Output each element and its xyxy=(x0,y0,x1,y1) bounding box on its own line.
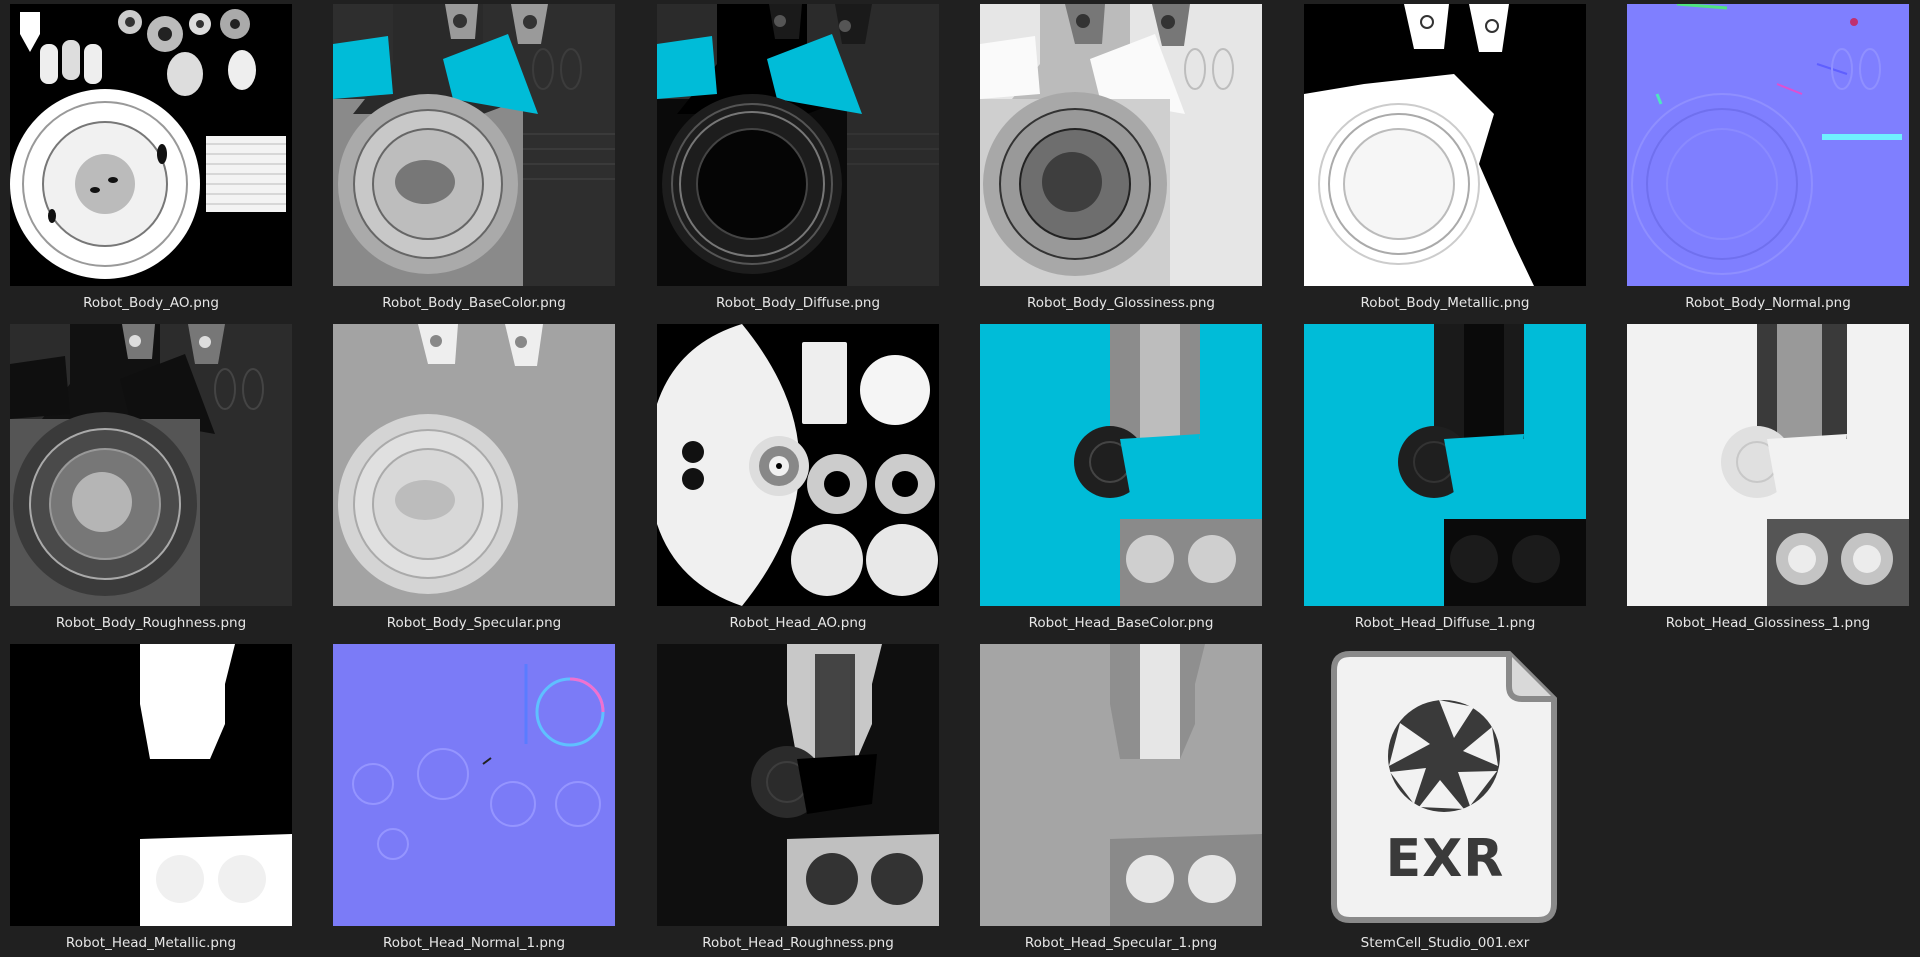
file-tile[interactable]: Robot_Head_Diffuse_1.png xyxy=(1304,324,1586,631)
exr-file-thumbnail: EXR xyxy=(1304,644,1586,926)
file-name: Robot_Head_Specular_1.png xyxy=(1024,935,1218,951)
texture-thumbnail xyxy=(333,324,615,606)
file-tile[interactable]: Robot_Body_Glossiness.png xyxy=(980,4,1262,311)
texture-thumbnail xyxy=(10,4,292,286)
file-tile[interactable]: Robot_Head_Glossiness_1.png xyxy=(1627,324,1909,631)
file-tile[interactable]: Robot_Body_Metallic.png xyxy=(1304,4,1586,311)
file-tile[interactable]: Robot_Head_Roughness.png xyxy=(657,644,939,951)
file-name: Robot_Head_Diffuse_1.png xyxy=(1354,615,1536,631)
file-name: Robot_Head_BaseColor.png xyxy=(1028,615,1214,631)
file-tile[interactable]: Robot_Head_Specular_1.png xyxy=(980,644,1262,951)
file-tile[interactable]: EXR StemCell_Studio_001.exr xyxy=(1304,644,1586,951)
file-name: Robot_Body_Metallic.png xyxy=(1360,295,1530,311)
file-tile[interactable]: Robot_Body_Diffuse.png xyxy=(657,4,939,311)
texture-thumbnail xyxy=(1627,4,1909,286)
file-name: Robot_Body_AO.png xyxy=(83,295,219,311)
texture-thumbnail xyxy=(980,644,1262,926)
file-name: Robot_Head_Glossiness_1.png xyxy=(1665,615,1871,631)
file-tile[interactable]: Robot_Body_Specular.png xyxy=(333,324,615,631)
file-name: Robot_Head_Roughness.png xyxy=(702,935,894,951)
texture-thumbnail xyxy=(980,324,1262,606)
texture-thumbnail xyxy=(657,4,939,286)
texture-thumbnail xyxy=(10,324,292,606)
file-name: Robot_Head_Metallic.png xyxy=(65,935,237,951)
file-tile[interactable]: Robot_Head_Metallic.png xyxy=(10,644,292,951)
file-name: Robot_Head_Normal_1.png xyxy=(382,935,566,951)
texture-thumbnail xyxy=(333,644,615,926)
file-name: Robot_Body_Normal.png xyxy=(1685,295,1851,311)
texture-thumbnail xyxy=(1304,4,1586,286)
file-name: Robot_Body_Roughness.png xyxy=(55,615,247,631)
file-name: Robot_Head_AO.png xyxy=(729,615,867,631)
texture-thumbnail xyxy=(333,4,615,286)
file-tile[interactable]: Robot_Head_AO.png xyxy=(657,324,939,631)
texture-thumbnail xyxy=(657,324,939,606)
file-name: Robot_Body_Specular.png xyxy=(386,615,562,631)
file-name: Robot_Body_BaseColor.png xyxy=(382,295,566,311)
file-name: Robot_Body_Glossiness.png xyxy=(1027,295,1215,311)
file-name: StemCell_Studio_001.exr xyxy=(1360,935,1530,951)
file-tile[interactable]: Robot_Body_Roughness.png xyxy=(10,324,292,631)
file-tile[interactable]: Robot_Body_AO.png xyxy=(10,4,292,311)
texture-thumbnail xyxy=(657,644,939,926)
file-name: Robot_Body_Diffuse.png xyxy=(715,295,881,311)
exr-badge: EXR xyxy=(1385,829,1505,889)
texture-thumbnail xyxy=(1627,324,1909,606)
file-tile[interactable]: Robot_Body_BaseColor.png xyxy=(333,4,615,311)
file-tile[interactable]: Robot_Body_Normal.png xyxy=(1627,4,1909,311)
texture-thumbnail xyxy=(1304,324,1586,606)
file-tile[interactable]: Robot_Head_BaseColor.png xyxy=(980,324,1262,631)
texture-thumbnail xyxy=(980,4,1262,286)
aperture-icon xyxy=(1388,700,1500,812)
file-tile[interactable]: Robot_Head_Normal_1.png xyxy=(333,644,615,951)
texture-thumbnail xyxy=(10,644,292,926)
